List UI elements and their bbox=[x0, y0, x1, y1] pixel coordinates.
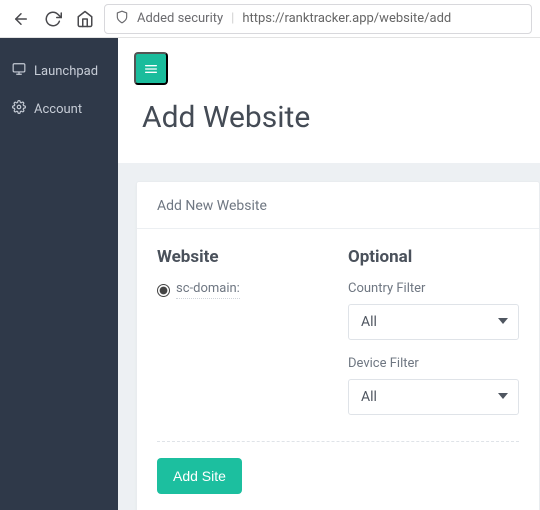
addrbar-separator: | bbox=[231, 11, 234, 26]
address-bar[interactable]: Added security | https://ranktracker.app… bbox=[104, 4, 532, 34]
page-title: Add Website bbox=[142, 100, 540, 135]
device-filter-label: Device Filter bbox=[348, 356, 519, 371]
card-heading: Add New Website bbox=[137, 182, 539, 229]
website-radio[interactable] bbox=[157, 284, 170, 297]
home-button[interactable] bbox=[72, 6, 98, 32]
shield-icon bbox=[115, 10, 129, 28]
website-section-title: Website bbox=[157, 247, 328, 267]
sidebar-item-label: Launchpad bbox=[34, 64, 98, 79]
title-band: Add Website bbox=[118, 38, 540, 163]
caret-down-icon bbox=[498, 314, 508, 330]
website-column: Website sc-domain: bbox=[157, 247, 328, 431]
country-filter-select[interactable]: All bbox=[348, 304, 519, 340]
sidebar-item-label: Account bbox=[34, 102, 82, 117]
url-text: https://ranktracker.app/website/add bbox=[242, 11, 451, 26]
caret-down-icon bbox=[498, 389, 508, 405]
security-label: Added security bbox=[137, 11, 223, 26]
content-area: Add Website Add New Website Website sc-d… bbox=[118, 38, 540, 510]
sidebar-item-launchpad[interactable]: Launchpad bbox=[0, 52, 118, 90]
country-filter-value: All bbox=[361, 314, 377, 330]
back-button[interactable] bbox=[8, 6, 34, 32]
add-website-card: Add New Website Website sc-domain: Optio… bbox=[136, 181, 540, 510]
optional-column: Optional Country Filter All Device Filte… bbox=[348, 247, 519, 431]
optional-section-title: Optional bbox=[348, 247, 519, 267]
browser-chrome: Added security | https://ranktracker.app… bbox=[0, 0, 540, 38]
menu-toggle-button[interactable] bbox=[134, 52, 168, 85]
monitor-icon bbox=[12, 62, 26, 80]
add-site-button[interactable]: Add Site bbox=[157, 458, 242, 494]
reload-button[interactable] bbox=[40, 6, 66, 32]
sidebar-item-account[interactable]: Account bbox=[0, 90, 118, 128]
device-filter-value: All bbox=[361, 389, 377, 405]
sidebar: Launchpad Account bbox=[0, 38, 118, 510]
device-filter-select[interactable]: All bbox=[348, 379, 519, 415]
gear-icon bbox=[12, 100, 26, 118]
website-radio-label[interactable]: sc-domain: bbox=[176, 281, 240, 299]
country-filter-label: Country Filter bbox=[348, 281, 519, 296]
